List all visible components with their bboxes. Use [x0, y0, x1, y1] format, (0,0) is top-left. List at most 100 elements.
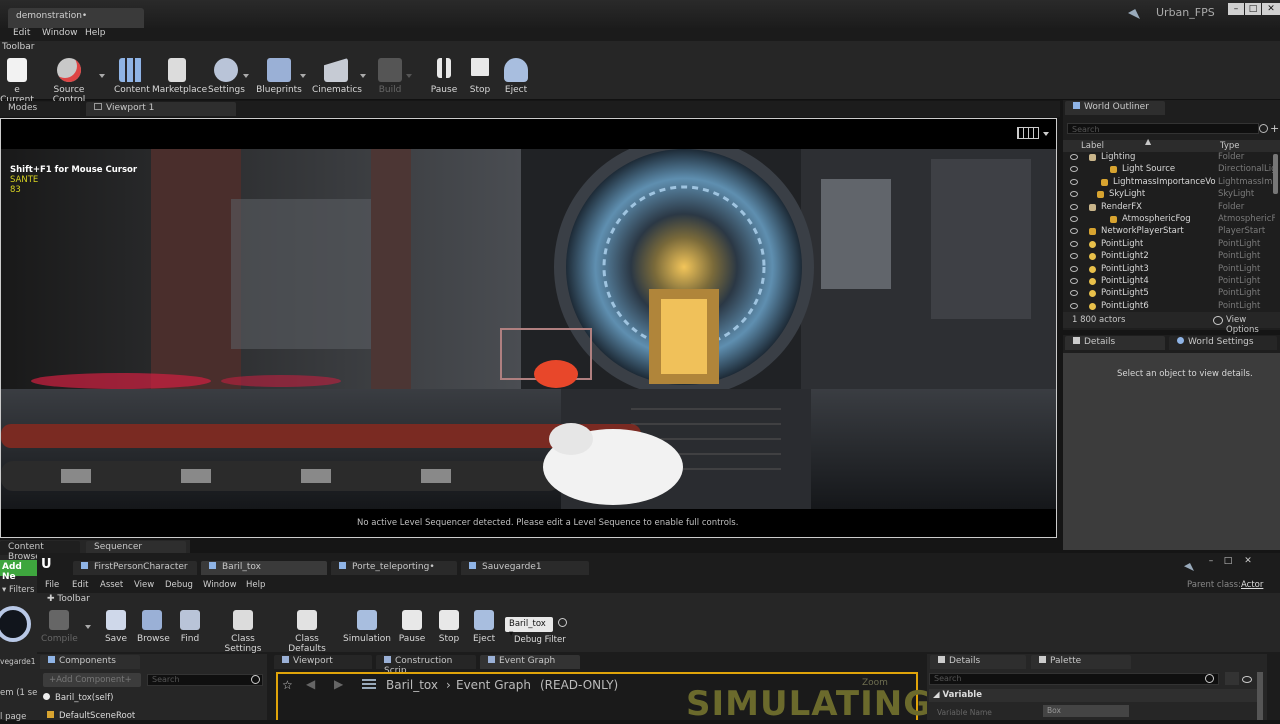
folder-thumbnail[interactable] — [0, 606, 31, 642]
bp-browse-button[interactable]: Browse — [137, 610, 170, 650]
outliner-row[interactable]: Lighting Folder — [1063, 152, 1280, 164]
search-icon[interactable] — [1205, 674, 1214, 683]
graph-tab[interactable]: Construction Scrip — [376, 655, 476, 676]
visibility-eye-icon[interactable] — [1070, 240, 1078, 247]
eye-icon[interactable] — [1242, 676, 1252, 683]
bp-compile-button[interactable]: Compile — [41, 610, 78, 650]
visibility-eye-icon[interactable] — [1070, 265, 1078, 272]
components-search-input[interactable]: Search — [147, 674, 263, 686]
menu-help[interactable]: Help — [85, 28, 106, 38]
filters-button[interactable]: ▾ Filters — [2, 585, 34, 595]
bp-minimize-button[interactable]: – — [1203, 555, 1219, 567]
search-icon[interactable] — [251, 675, 260, 684]
bp-pause-button[interactable]: Pause — [397, 610, 427, 650]
visibility-eye-icon[interactable] — [1070, 290, 1078, 297]
level-viewport[interactable]: Shift+F1 for Mouse Cursor SANTE 83 No ac… — [0, 118, 1057, 538]
outliner-row[interactable]: PointLight PointLight — [1063, 239, 1280, 251]
outliner-row[interactable]: AtmosphericFog AtmosphericFo — [1063, 214, 1280, 226]
search-icon[interactable] — [558, 618, 567, 627]
visibility-eye-icon[interactable] — [1070, 302, 1078, 309]
visibility-eye-icon[interactable] — [1070, 154, 1078, 160]
outliner-search-input[interactable]: Search — [1067, 123, 1259, 134]
chevron-down-icon[interactable] — [85, 625, 91, 629]
event-graph-canvas[interactable]: ☆ ◀ ▶ Baril_tox › Event Graph (READ-ONLY… — [276, 672, 931, 724]
stop-button[interactable]: Stop — [466, 58, 494, 98]
chevron-down-icon[interactable] — [1043, 132, 1049, 136]
chevron-down-icon[interactable] — [406, 74, 412, 78]
bp-save-button[interactable]: Save — [103, 610, 129, 650]
visibility-eye-icon[interactable] — [1070, 228, 1078, 235]
marketplace-button[interactable]: Marketplace — [152, 58, 207, 98]
bp-menu-asset[interactable]: Asset — [100, 580, 123, 590]
bp-menu-help[interactable]: Help — [246, 580, 265, 590]
variable-name-input[interactable]: Box — [1043, 705, 1129, 717]
bp-details-search-input[interactable]: Search — [929, 673, 1219, 685]
visibility-eye-icon[interactable] — [1070, 203, 1078, 210]
tab-palette[interactable]: Palette — [1031, 655, 1131, 669]
bp-close-button[interactable]: ✕ — [1240, 555, 1256, 567]
bp-document-tab[interactable]: Baril_tox — [201, 561, 327, 575]
bp-simulation-button[interactable]: Simulation — [343, 610, 391, 650]
bp-eject-button[interactable]: Eject — [473, 610, 495, 650]
outliner-row[interactable]: PointLight4 PointLight — [1063, 276, 1280, 288]
bp-menu-file[interactable]: File — [45, 580, 59, 590]
bp-class-defaults-button[interactable]: Class Defaults — [277, 610, 337, 654]
content-button[interactable]: Content — [114, 58, 150, 98]
visibility-eye-icon[interactable] — [1070, 253, 1078, 260]
chevron-down-icon[interactable] — [243, 74, 249, 78]
visibility-eye-icon[interactable] — [1070, 166, 1078, 173]
add-new-button[interactable]: Add Ne — [0, 560, 38, 582]
outliner-row[interactable]: NetworkPlayerStart PlayerStart — [1063, 226, 1280, 238]
parent-class-link[interactable]: Actor — [1241, 580, 1263, 590]
outliner-row[interactable]: PointLight6 PointLight — [1063, 301, 1280, 313]
bp-menu-window[interactable]: Window — [203, 580, 237, 590]
viewport-layout-icon[interactable] — [1017, 127, 1039, 139]
maximize-button[interactable]: □ — [1245, 3, 1261, 15]
bp-find-button[interactable]: Find — [177, 610, 203, 650]
breadcrumb-event-graph[interactable]: Event Graph — [456, 678, 531, 692]
tab-details[interactable]: Details — [1065, 336, 1165, 350]
outliner-row[interactable]: RenderFX Folder — [1063, 202, 1280, 214]
chevron-down-icon[interactable] — [360, 74, 366, 78]
variable-section-header[interactable]: ◢ Variable — [929, 689, 1259, 702]
menu-window[interactable]: Window — [42, 28, 78, 38]
bp-toolbar-tab[interactable]: ✚ Toolbar — [47, 594, 90, 604]
outliner-row[interactable]: PointLight3 PointLight — [1063, 264, 1280, 276]
settings-button[interactable]: Settings — [208, 58, 245, 98]
component-self[interactable]: Baril_tox(self) — [43, 693, 113, 703]
column-type[interactable]: Type — [1220, 141, 1240, 151]
visibility-eye-icon[interactable] — [1070, 216, 1078, 222]
outliner-row[interactable]: LightmassImportanceVoluLightmassImpo — [1063, 177, 1280, 189]
document-tab[interactable]: demonstration• — [8, 8, 144, 28]
outliner-row[interactable]: PointLight5 PointLight — [1063, 288, 1280, 300]
outliner-row[interactable]: Light Source DirectionalLight — [1063, 164, 1280, 176]
column-label[interactable]: Label — [1081, 141, 1104, 151]
graph-tab[interactable]: Viewport — [274, 655, 372, 669]
game-scene[interactable] — [1, 119, 1057, 538]
toolbar-tab-label[interactable]: Toolbar — [2, 42, 34, 52]
tab-viewport-1[interactable]: Viewport 1 — [86, 102, 236, 116]
forward-arrow-icon[interactable]: ▶ — [334, 677, 343, 691]
search-icon[interactable] — [1259, 124, 1268, 133]
chevron-down-icon[interactable] — [99, 74, 105, 78]
blueprints-button[interactable]: Blueprints — [256, 58, 302, 98]
tab-components[interactable]: Components — [40, 655, 140, 669]
bp-menu-view[interactable]: View — [134, 580, 154, 590]
outliner-row[interactable]: SkyLight SkyLight — [1063, 189, 1280, 201]
tab-bp-details[interactable]: Details — [930, 655, 1026, 669]
bp-document-tab[interactable]: Porte_teleporting• — [331, 561, 457, 575]
bp-document-tab[interactable]: Sauvegarde1 — [461, 561, 589, 575]
bp-menu-debug[interactable]: Debug — [165, 580, 193, 590]
source-control-status-icon[interactable] — [1128, 9, 1140, 19]
favorite-star-icon[interactable]: ☆ — [282, 678, 293, 692]
add-icon[interactable]: + — [1270, 122, 1279, 135]
add-component-button[interactable]: +Add Component+ — [43, 673, 141, 687]
visibility-eye-icon[interactable] — [1070, 191, 1078, 198]
tab-world-outliner[interactable]: World Outliner — [1065, 101, 1165, 115]
bp-menu-edit[interactable]: Edit — [72, 580, 88, 590]
source-control-button[interactable]: Source Control — [40, 58, 98, 105]
tab-world-settings[interactable]: World Settings — [1169, 336, 1277, 350]
build-button[interactable]: Build — [374, 58, 406, 98]
property-matrix-icon[interactable] — [1225, 672, 1239, 685]
visibility-eye-icon[interactable] — [1070, 178, 1078, 185]
